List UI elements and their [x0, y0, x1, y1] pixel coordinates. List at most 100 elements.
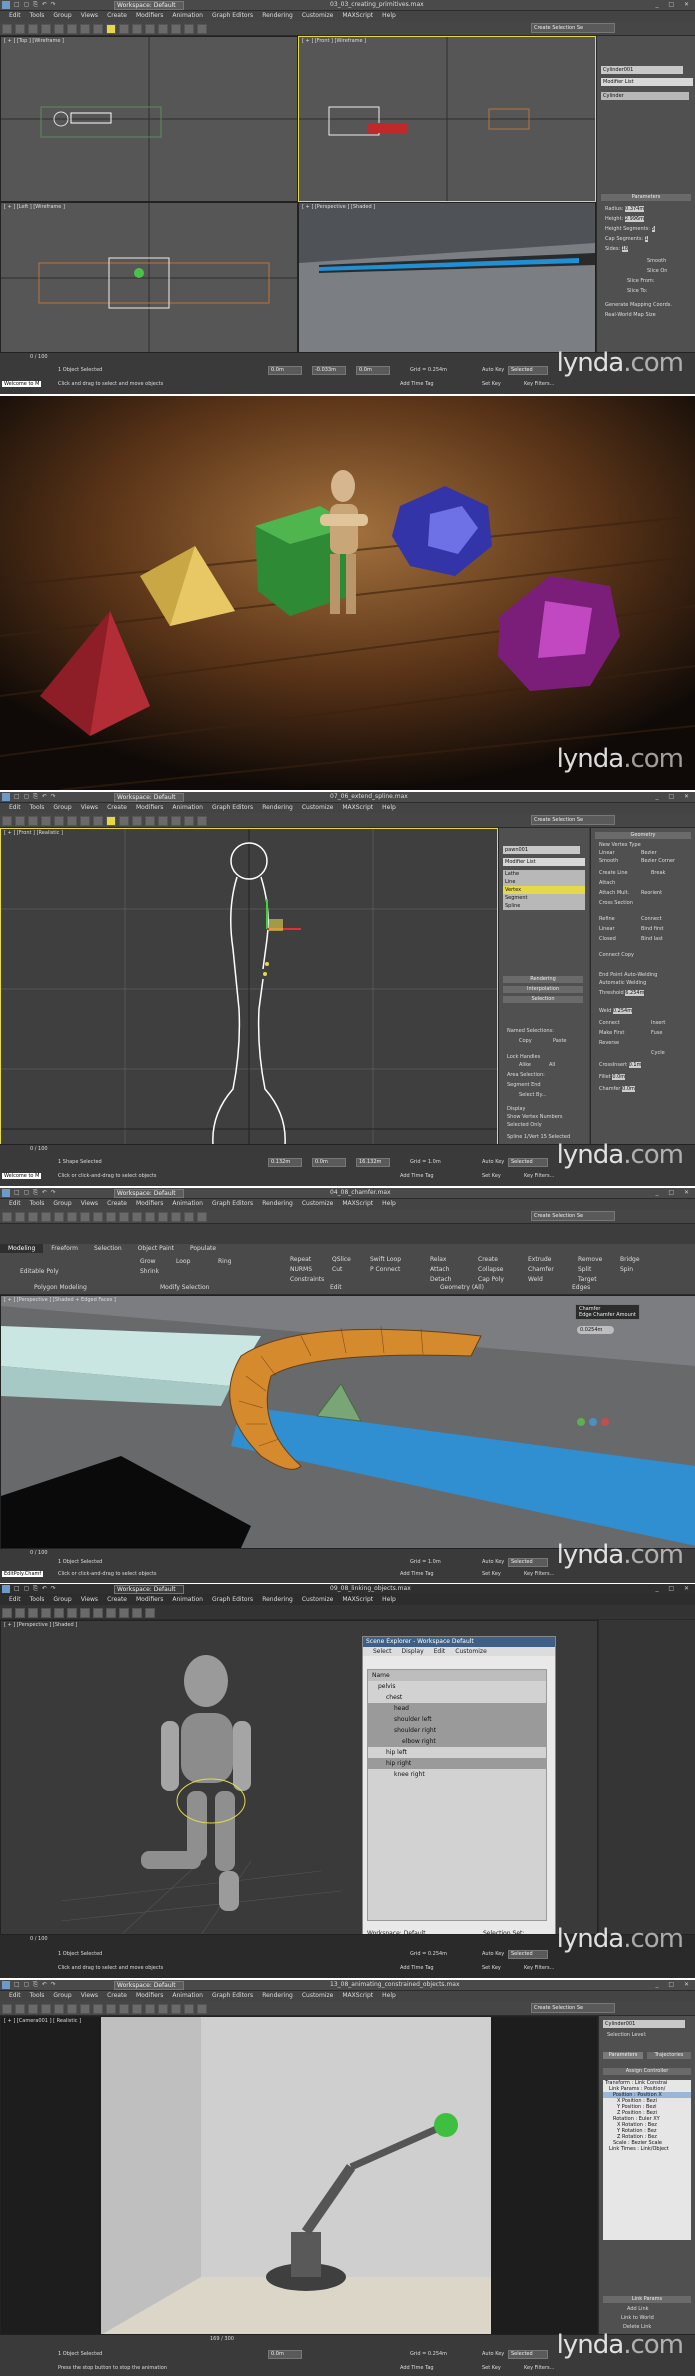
z-coordinate[interactable]: 16.132m — [356, 1158, 390, 1167]
render-setup-icon[interactable] — [184, 2004, 194, 2014]
modifier-list-dropdown[interactable]: Modifier List — [601, 78, 693, 86]
quick-access-toolbar[interactable]: □ ▢ ⎘ ↶ ↷ — [14, 1189, 57, 1197]
z-coordinate[interactable]: 0.0m — [356, 366, 390, 375]
select-icon[interactable] — [67, 1608, 77, 1618]
align-icon[interactable] — [171, 2004, 181, 2014]
viewport-label[interactable]: [ + ] [Perspective ] [Shaded ] — [4, 1622, 77, 1628]
cut-button[interactable]: Cut — [332, 1266, 342, 1273]
object-name-field[interactable]: Cylinder001 — [603, 2020, 685, 2028]
menu-tools[interactable]: Tools — [30, 1199, 45, 1209]
link-icon[interactable] — [28, 1212, 38, 1222]
render-setup-icon[interactable] — [184, 1212, 194, 1222]
assign-controller-rollout[interactable]: Assign Controller — [603, 2068, 691, 2075]
region-icon[interactable] — [93, 2004, 103, 2014]
key-filters-button[interactable]: Key Filters... — [524, 2365, 554, 2371]
menu-graph-editors[interactable]: Graph Editors — [212, 1991, 253, 2001]
render-icon[interactable] — [197, 816, 207, 826]
selected-dropdown[interactable]: Selected — [508, 2350, 548, 2359]
select-by-name-icon[interactable] — [80, 24, 90, 34]
app-logo-icon[interactable] — [2, 793, 10, 801]
menu-edit[interactable]: Edit — [9, 1595, 21, 1605]
fuse-button[interactable]: Fuse — [651, 1030, 662, 1036]
alike-radio[interactable]: Alike — [519, 1062, 531, 1068]
time-slider-label[interactable]: 0 / 100 — [30, 354, 48, 360]
app-logo-icon[interactable] — [2, 1189, 10, 1197]
key-filters-button[interactable]: Key Filters... — [524, 381, 554, 387]
rotate-icon[interactable] — [119, 24, 129, 34]
redo-icon[interactable] — [15, 2004, 25, 2014]
menu-group[interactable]: Group — [53, 1199, 71, 1209]
selected-dropdown[interactable]: Selected — [508, 366, 548, 375]
weld-button[interactable]: Weld — [599, 1008, 611, 1014]
list-item[interactable]: hip right — [368, 1758, 546, 1769]
tab-freeform[interactable]: Freeform — [43, 1244, 86, 1253]
menu-animation[interactable]: Animation — [172, 11, 203, 21]
viewport-label[interactable]: [ + ] [Top ] [Wireframe ] — [4, 38, 64, 44]
menu-graph-editors[interactable]: Graph Editors — [212, 803, 253, 813]
add-time-tag[interactable]: Add Time Tag — [400, 1965, 434, 1971]
collapse-button[interactable]: Collapse — [478, 1266, 504, 1273]
menu-customize[interactable]: Customize — [302, 803, 334, 813]
group-edges[interactable]: Edges — [572, 1284, 590, 1291]
window-controls[interactable]: _ □ ✕ — [655, 1585, 693, 1592]
menu-views[interactable]: Views — [81, 11, 98, 21]
interpolation-rollout[interactable]: Interpolation — [503, 986, 583, 993]
menu-customize[interactable]: Customize — [302, 11, 334, 21]
fillet-spinner[interactable]: 0.0m — [612, 1074, 626, 1080]
shrink-button[interactable]: Shrink — [140, 1268, 159, 1275]
rotate-icon[interactable] — [119, 1608, 129, 1618]
menu-group[interactable]: Group — [53, 1991, 71, 2001]
menu-customize[interactable]: Customize — [302, 1595, 334, 1605]
loop-button[interactable]: Loop — [176, 1258, 190, 1265]
select-by-name-icon[interactable] — [80, 816, 90, 826]
nurms-button[interactable]: NURMS — [290, 1266, 312, 1273]
crossinsert-spinner[interactable]: 0.1m — [628, 1062, 642, 1068]
add-link-button[interactable]: Add Link — [627, 2306, 649, 2312]
region-icon[interactable] — [93, 1608, 103, 1618]
undo-icon[interactable] — [2, 24, 12, 34]
slice-from-spinner[interactable]: Slice From: — [627, 278, 654, 284]
menu-views[interactable]: Views — [81, 1595, 98, 1605]
add-time-tag[interactable]: Add Time Tag — [400, 381, 434, 387]
geometry-rollout[interactable]: Geometry — [595, 832, 691, 839]
y-coordinate[interactable]: 0.0m — [312, 1158, 346, 1167]
chamfer-button[interactable]: Chamfer — [528, 1266, 554, 1273]
region-icon[interactable] — [93, 24, 103, 34]
copy-button[interactable]: Copy — [519, 1038, 532, 1044]
add-time-tag[interactable]: Add Time Tag — [400, 1173, 434, 1179]
refine-button[interactable]: Refine — [599, 916, 615, 922]
caddy-ok-icon[interactable] — [577, 1418, 585, 1426]
connect-button[interactable]: Connect — [599, 1020, 620, 1026]
workspace-dropdown[interactable]: Workspace: Default — [114, 1585, 184, 1594]
menu-help[interactable]: Help — [382, 803, 396, 813]
menu-help[interactable]: Help — [382, 1199, 396, 1209]
move-icon[interactable] — [106, 2004, 116, 2014]
render-setup-icon[interactable] — [184, 816, 194, 826]
scale-icon[interactable] — [132, 816, 142, 826]
snap-icon[interactable] — [145, 1608, 155, 1618]
paste-button[interactable]: Paste — [553, 1038, 567, 1044]
closed-checkbox[interactable]: Closed — [599, 936, 616, 942]
selected-dropdown[interactable]: Selected — [508, 1558, 548, 1567]
menu-edit[interactable]: Edit — [9, 803, 21, 813]
listener-welcome[interactable]: Welcome to M — [2, 381, 42, 387]
auto-key-button[interactable]: Auto Key — [482, 367, 504, 373]
caddy-cancel-icon[interactable] — [601, 1418, 609, 1426]
menu-views[interactable]: Views — [81, 1199, 98, 1209]
render-icon[interactable] — [197, 2004, 207, 2014]
quick-access-toolbar[interactable]: □ ▢ ⎘ ↶ ↷ — [14, 1, 57, 9]
list-item[interactable]: chest — [368, 1692, 546, 1703]
mirror-icon[interactable] — [158, 1212, 168, 1222]
height-segments-spinner[interactable]: 5 — [651, 226, 655, 232]
viewport-label[interactable]: [ + ] [Perspective ] [Shaded + Edged Fac… — [4, 1297, 116, 1303]
viewport-top[interactable]: [ + ] [Top ] [Wireframe ] — [0, 36, 298, 202]
crossinsert-button[interactable]: CrossInsert — [599, 1062, 627, 1068]
menu-rendering[interactable]: Rendering — [262, 1595, 293, 1605]
stack-vertex[interactable]: Vertex — [503, 886, 585, 894]
x-coordinate[interactable]: 0.132m — [268, 1158, 302, 1167]
add-time-tag[interactable]: Add Time Tag — [400, 1571, 434, 1577]
smooth-radio[interactable]: Smooth — [599, 858, 618, 864]
p-connect-button[interactable]: P Connect — [370, 1266, 400, 1273]
cross-section-button[interactable]: Cross Section — [599, 900, 633, 906]
area-selection-checkbox[interactable]: Area Selection: — [507, 1072, 545, 1078]
